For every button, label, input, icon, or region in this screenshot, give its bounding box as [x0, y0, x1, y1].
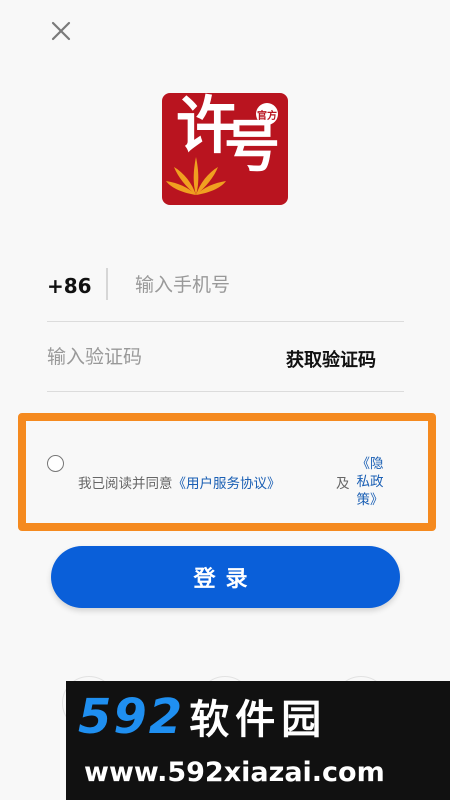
privacy-line-1: 《隐 [356, 456, 384, 472]
logo-char-2: 号 [224, 114, 280, 180]
watermark-number: 592 [78, 689, 185, 745]
service-agreement-link[interactable]: 《用户服务协议》 [173, 476, 281, 492]
get-code-button[interactable]: 获取验证码 [286, 346, 376, 372]
country-code[interactable]: +86 [47, 274, 92, 298]
code-row: 获取验证码 [47, 332, 404, 392]
watermark-name: 软件园 [189, 697, 328, 743]
divider [106, 268, 108, 300]
privacy-line-2: 私政 [356, 474, 384, 490]
watermark: 592 软件园 www.592xiazai.com [66, 681, 450, 800]
watermark-title: 592 软件园 [78, 687, 327, 745]
agreement-radio[interactable] [47, 455, 64, 472]
watermark-url: www.592xiazai.com [84, 757, 385, 788]
privacy-policy-link[interactable]: 《隐 私政 策》 [350, 455, 390, 509]
agreement-prefix: 我已阅读并同意 [78, 476, 173, 492]
verification-code-input[interactable] [47, 340, 247, 374]
app-logo: 许 号 官方 [162, 93, 288, 205]
logo-seal: 官方 [256, 103, 278, 125]
privacy-line-3: 策》 [356, 492, 384, 508]
flower-icon [166, 157, 226, 195]
phone-input[interactable] [135, 268, 395, 302]
close-icon [51, 21, 71, 41]
phone-row: +86 [47, 262, 404, 322]
agreement-and: 及 [336, 476, 350, 492]
agreement-text: 我已阅读并同意《用户服务协议》 [78, 472, 281, 492]
close-button[interactable] [44, 14, 78, 48]
login-button[interactable]: 登录 [51, 546, 400, 608]
